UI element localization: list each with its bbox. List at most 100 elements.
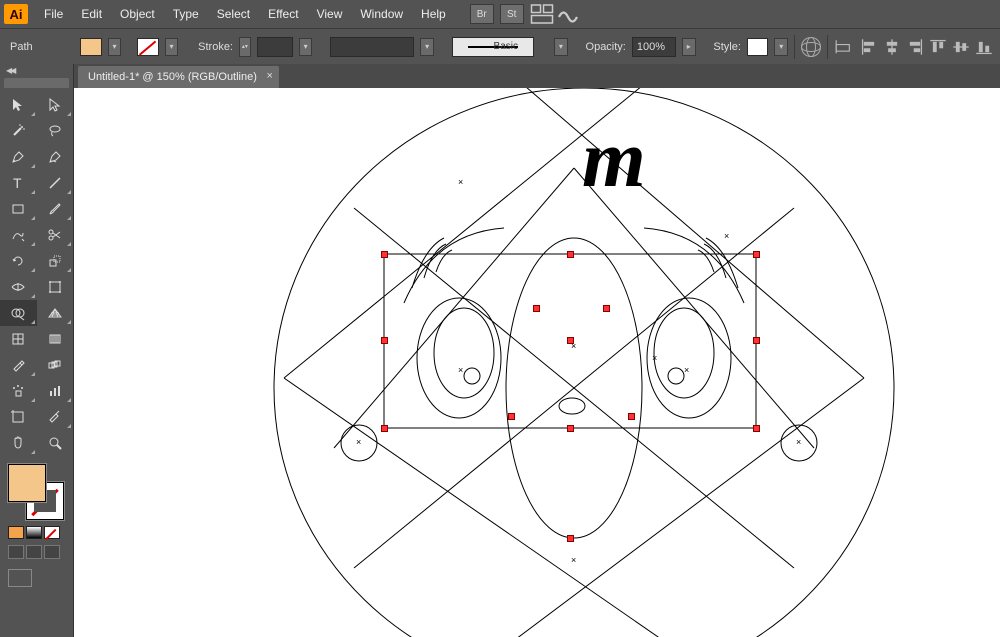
menu-edit[interactable]: Edit (73, 3, 110, 25)
anchor-point[interactable] (604, 306, 609, 311)
draw-normal-icon[interactable] (8, 545, 24, 559)
path-anchor-x: × (796, 440, 801, 445)
anchor-point[interactable] (509, 414, 514, 419)
lasso-tool[interactable] (37, 118, 74, 144)
none-mode-swatch[interactable] (44, 526, 60, 539)
slice-tool[interactable] (37, 404, 74, 430)
fill-box[interactable] (8, 464, 46, 502)
gpu-preview-icon[interactable] (556, 4, 580, 24)
style-label: Style: (713, 41, 741, 53)
fill-dropdown[interactable]: ▾ (108, 38, 122, 56)
scissors-tool[interactable] (37, 222, 74, 248)
artwork-outline (74, 88, 1000, 637)
document-tab[interactable]: Untitled-1* @ 150% (RGB/Outline) × (78, 66, 279, 88)
close-tab-icon[interactable]: × (266, 70, 272, 82)
screen-mode-button[interactable] (8, 569, 32, 587)
opacity-input[interactable] (632, 37, 676, 57)
selection-handle[interactable] (754, 338, 759, 343)
type-tool[interactable]: T (0, 170, 37, 196)
blend-tool[interactable] (37, 352, 74, 378)
selection-handle[interactable] (382, 426, 387, 431)
style-dropdown[interactable]: ▾ (774, 38, 788, 56)
selection-handle[interactable] (754, 252, 759, 257)
brush-dropdown[interactable]: ▾ (554, 38, 568, 56)
selection-handle[interactable] (754, 426, 759, 431)
selection-handle[interactable] (568, 426, 573, 431)
menu-view[interactable]: View (309, 3, 351, 25)
scale-tool[interactable] (37, 248, 74, 274)
menu-effect[interactable]: Effect (260, 3, 306, 25)
path-anchor-x: × (458, 180, 463, 185)
stroke-weight-dropdown[interactable]: ▾ (299, 38, 313, 56)
shape-builder-tool[interactable] (0, 300, 37, 326)
menu-type[interactable]: Type (165, 3, 207, 25)
recolor-artwork-icon[interactable] (801, 37, 821, 57)
align-left-icon[interactable] (859, 37, 879, 57)
align-panel-icon[interactable] (833, 37, 853, 57)
stroke-weight-stepper[interactable]: ▴▾ (239, 37, 251, 57)
line-segment-tool[interactable] (37, 170, 74, 196)
free-transform-tool[interactable] (37, 274, 74, 300)
color-mode-swatch[interactable] (8, 526, 24, 539)
tools-panel-grip[interactable] (4, 78, 69, 88)
mesh-tool[interactable] (0, 326, 37, 352)
variable-width-dropdown[interactable]: ▾ (420, 38, 434, 56)
path-anchor-x: × (652, 356, 657, 361)
stroke-label: Stroke: (198, 41, 233, 53)
align-hcenter-icon[interactable] (882, 37, 902, 57)
menu-window[interactable]: Window (352, 3, 411, 25)
symbol-sprayer-tool[interactable] (0, 378, 37, 404)
eyedropper-tool[interactable] (0, 352, 37, 378)
artboard-tool[interactable] (0, 404, 37, 430)
fill-stroke-indicator[interactable] (8, 464, 64, 520)
stroke-weight-input[interactable] (257, 37, 293, 57)
selection-handle[interactable] (382, 338, 387, 343)
anchor-point[interactable] (534, 306, 539, 311)
align-vcenter-icon[interactable] (951, 37, 971, 57)
pen-tool[interactable] (0, 144, 37, 170)
stroke-swatch[interactable] (137, 38, 158, 56)
zoom-tool[interactable] (37, 430, 74, 456)
perspective-grid-tool[interactable] (37, 300, 74, 326)
selection-handle[interactable] (382, 252, 387, 257)
rectangle-tool[interactable] (0, 196, 37, 222)
anchor-point[interactable] (629, 414, 634, 419)
gradient-tool[interactable] (37, 326, 74, 352)
path-anchor-x: × (724, 234, 729, 239)
direct-selection-tool[interactable] (37, 92, 74, 118)
stock-button[interactable]: St (500, 4, 524, 24)
align-bottom-icon[interactable] (974, 37, 994, 57)
gradient-mode-swatch[interactable] (26, 526, 42, 539)
hand-tool[interactable] (0, 430, 37, 456)
column-graph-tool[interactable] (37, 378, 74, 404)
curvature-tool[interactable] (37, 144, 74, 170)
rotate-tool[interactable] (0, 248, 37, 274)
menu-select[interactable]: Select (209, 3, 258, 25)
variable-width-input[interactable] (330, 37, 414, 57)
magic-wand-tool[interactable] (0, 118, 37, 144)
stroke-dropdown[interactable]: ▾ (165, 38, 179, 56)
paintbrush-tool[interactable] (37, 196, 74, 222)
menu-help[interactable]: Help (413, 3, 454, 25)
draw-inside-icon[interactable] (44, 545, 60, 559)
path-anchor-x: × (458, 368, 463, 373)
arrange-documents-icon[interactable] (530, 4, 554, 24)
fill-swatch[interactable] (80, 38, 101, 56)
style-swatch[interactable] (747, 38, 768, 56)
anchor-point[interactable] (568, 536, 573, 541)
draw-behind-icon[interactable] (26, 545, 42, 559)
shaper-tool[interactable] (0, 222, 37, 248)
opacity-dropdown[interactable]: ▸ (682, 38, 696, 56)
artwork-letter-m: m (582, 112, 644, 206)
selection-tool[interactable] (0, 92, 37, 118)
width-tool[interactable] (0, 274, 37, 300)
bridge-button[interactable]: Br (470, 4, 494, 24)
canvas[interactable]: m × × × × × × × × × (74, 88, 1000, 637)
align-top-icon[interactable] (928, 37, 948, 57)
selection-handle[interactable] (568, 252, 573, 257)
menu-object[interactable]: Object (112, 3, 163, 25)
tools-panel: T (0, 64, 74, 637)
path-anchor-x: × (356, 440, 361, 445)
menu-file[interactable]: File (36, 3, 71, 25)
align-right-icon[interactable] (905, 37, 925, 57)
